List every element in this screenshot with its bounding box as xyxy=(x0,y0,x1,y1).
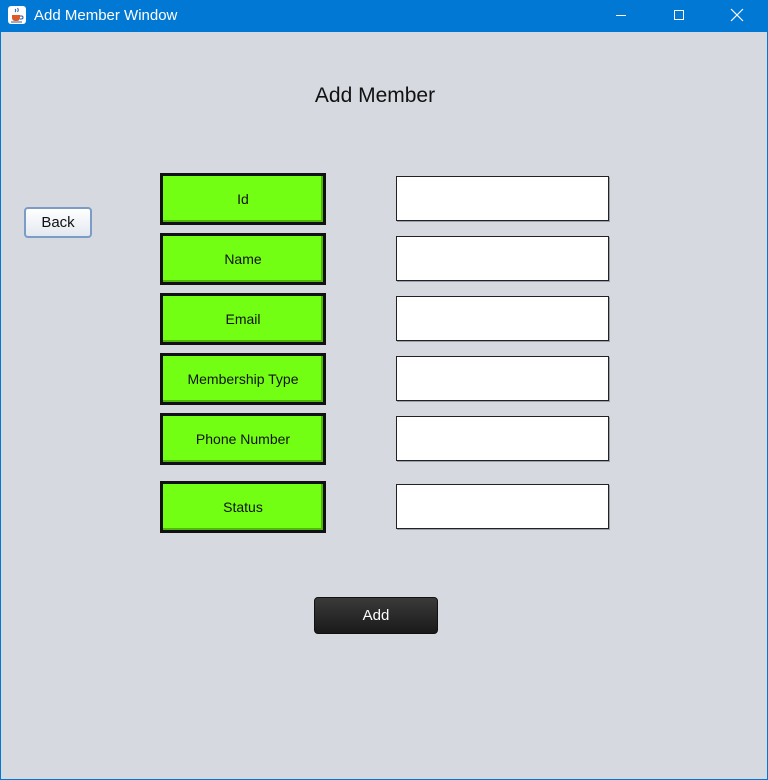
name-label: Name xyxy=(160,233,326,285)
add-button[interactable]: Add xyxy=(314,597,438,634)
java-cup-icon[interactable] xyxy=(8,6,26,24)
maximize-button[interactable] xyxy=(650,0,708,30)
window-title: Add Member Window xyxy=(34,7,178,24)
page-title: Add Member xyxy=(314,84,436,107)
id-input[interactable] xyxy=(396,176,609,221)
membership-type-label: Membership Type xyxy=(160,353,326,405)
phone-number-input[interactable] xyxy=(396,416,609,461)
app-window: Add Member Window Add Member Back Id Nam… xyxy=(0,0,768,780)
form-panel: Add Member Back Id Name Email Membership… xyxy=(1,32,767,779)
close-icon xyxy=(730,8,744,22)
membership-type-input[interactable] xyxy=(396,356,609,401)
status-input[interactable] xyxy=(396,484,609,529)
close-button[interactable] xyxy=(708,0,766,30)
id-label: Id xyxy=(160,173,326,225)
minimize-icon xyxy=(615,9,627,21)
minimize-button[interactable] xyxy=(592,0,650,30)
maximize-icon xyxy=(673,9,685,21)
status-label: Status xyxy=(160,481,326,533)
email-input[interactable] xyxy=(396,296,609,341)
name-input[interactable] xyxy=(396,236,609,281)
back-button[interactable]: Back xyxy=(24,207,92,238)
title-bar[interactable]: Add Member Window xyxy=(0,0,768,32)
phone-number-label: Phone Number xyxy=(160,413,326,465)
email-label: Email xyxy=(160,293,326,345)
